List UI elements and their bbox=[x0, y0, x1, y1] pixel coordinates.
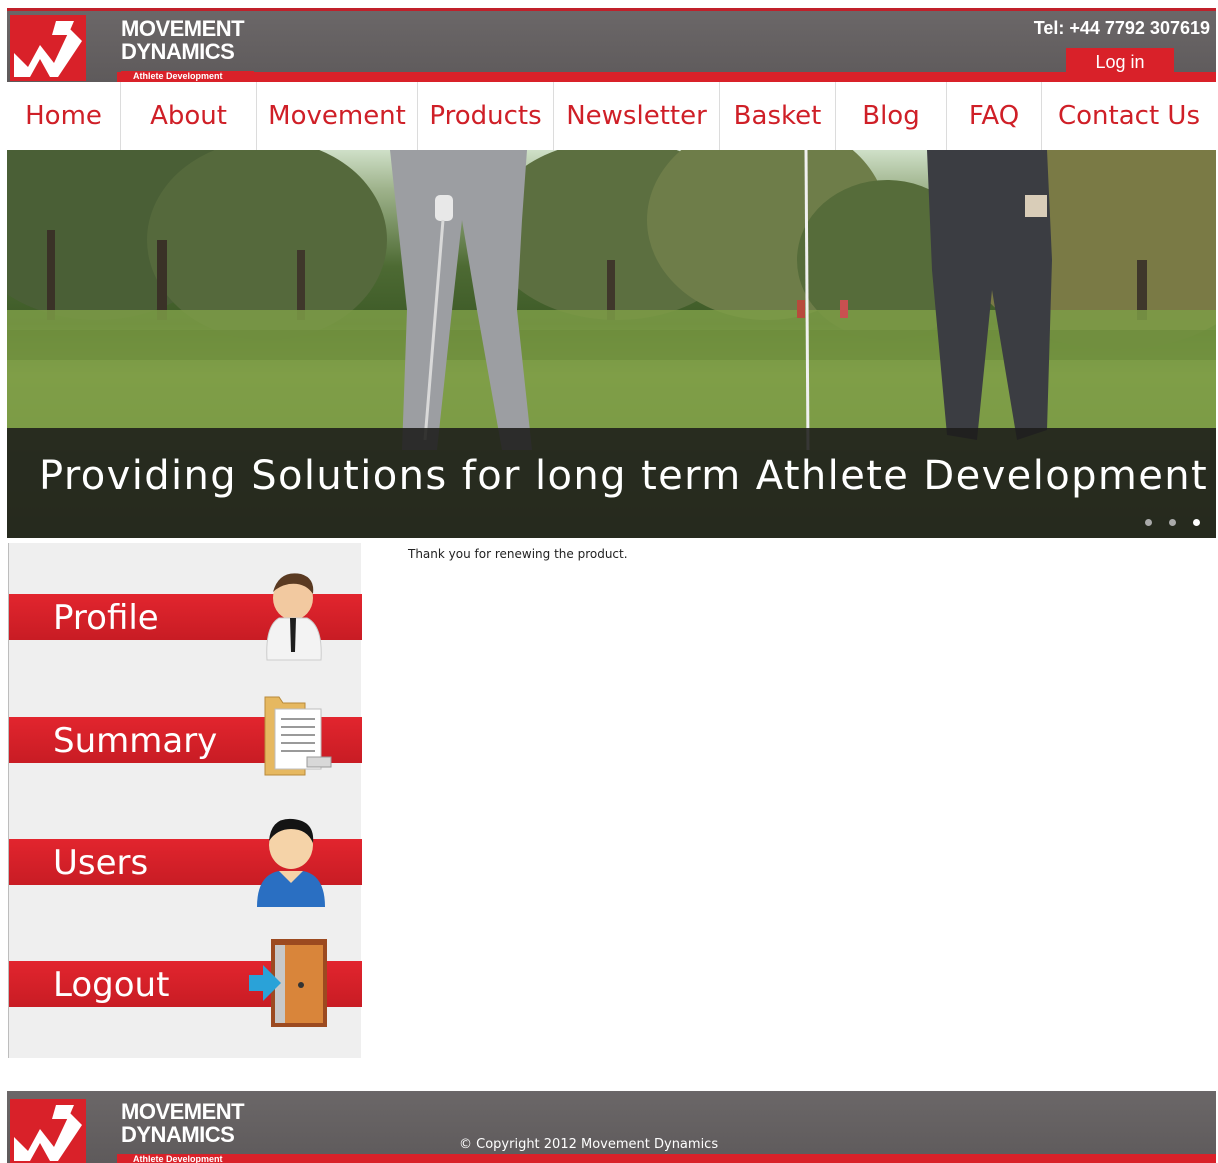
brand-name-line2: DYNAMICS bbox=[121, 39, 235, 64]
summary-folder-icon bbox=[264, 696, 332, 776]
brand-tagline: Athlete Development bbox=[121, 71, 254, 82]
slider-dot-2[interactable] bbox=[1169, 519, 1176, 526]
footer-brand-tagline: Athlete Development bbox=[121, 1154, 254, 1163]
brand-logo-icon[interactable] bbox=[10, 15, 86, 81]
menu-item-label: Profile bbox=[53, 598, 159, 638]
nav-item-about[interactable]: About bbox=[121, 82, 257, 150]
nav-item-blog[interactable]: Blog bbox=[836, 82, 947, 150]
header-red-stripe bbox=[117, 72, 1216, 82]
nav-item-faq[interactable]: FAQ bbox=[947, 82, 1042, 150]
footer-red-stripe bbox=[117, 1154, 1216, 1163]
profile-person-icon bbox=[266, 573, 322, 661]
nav-item-newsletter[interactable]: Newsletter bbox=[554, 82, 720, 150]
nav-item-home[interactable]: Home bbox=[7, 82, 121, 150]
footer-logo-icon bbox=[10, 1099, 86, 1163]
nav-item-contact-us[interactable]: Contact Us bbox=[1042, 82, 1216, 150]
nav-item-products[interactable]: Products bbox=[418, 82, 554, 150]
footer-brand-line1: MOVEMENT bbox=[121, 1099, 245, 1124]
menu-item-summary[interactable]: Summary bbox=[9, 696, 362, 813]
users-person-icon bbox=[257, 818, 325, 907]
menu-item-label: Users bbox=[53, 843, 149, 883]
logout-door-icon bbox=[249, 939, 327, 1027]
menu-item-profile[interactable]: Profile bbox=[9, 573, 362, 690]
footer-brand-line2: DYNAMICS bbox=[121, 1122, 235, 1147]
footer-brand-name: MOVEMENT DYNAMICS bbox=[121, 1099, 245, 1147]
brand-name: MOVEMENT DYNAMICS bbox=[121, 16, 245, 64]
slider-dot-3-active[interactable] bbox=[1193, 519, 1200, 526]
brand-name-line1: MOVEMENT bbox=[121, 16, 245, 41]
confirmation-message: Thank you for renewing the product. bbox=[408, 547, 628, 561]
menu-item-users[interactable]: Users bbox=[9, 818, 362, 935]
account-side-menu: Profile Summary Users Logout bbox=[8, 543, 362, 1058]
banner-caption: Providing Solutions for long term Athlet… bbox=[39, 453, 1209, 499]
slider-dot-1[interactable] bbox=[1145, 519, 1152, 526]
menu-item-label: Logout bbox=[53, 965, 170, 1005]
nav-item-movement[interactable]: Movement bbox=[257, 82, 418, 150]
site-footer: MOVEMENT DYNAMICS Athlete Development © … bbox=[7, 1091, 1216, 1163]
menu-item-logout[interactable]: Logout bbox=[9, 939, 362, 1057]
site-header: MOVEMENT DYNAMICS Athlete Development Te… bbox=[7, 8, 1216, 82]
main-navigation: Home About Movement Products Newsletter … bbox=[7, 82, 1216, 150]
copyright-text: © Copyright 2012 Movement Dynamics bbox=[459, 1137, 719, 1152]
nav-item-basket[interactable]: Basket bbox=[720, 82, 836, 150]
hero-banner: Providing Solutions for long term Athlet… bbox=[7, 150, 1216, 538]
menu-item-label: Summary bbox=[53, 721, 218, 761]
login-button[interactable]: Log in bbox=[1066, 48, 1174, 79]
phone-number: Tel: +44 7792 307619 bbox=[1033, 18, 1210, 38]
